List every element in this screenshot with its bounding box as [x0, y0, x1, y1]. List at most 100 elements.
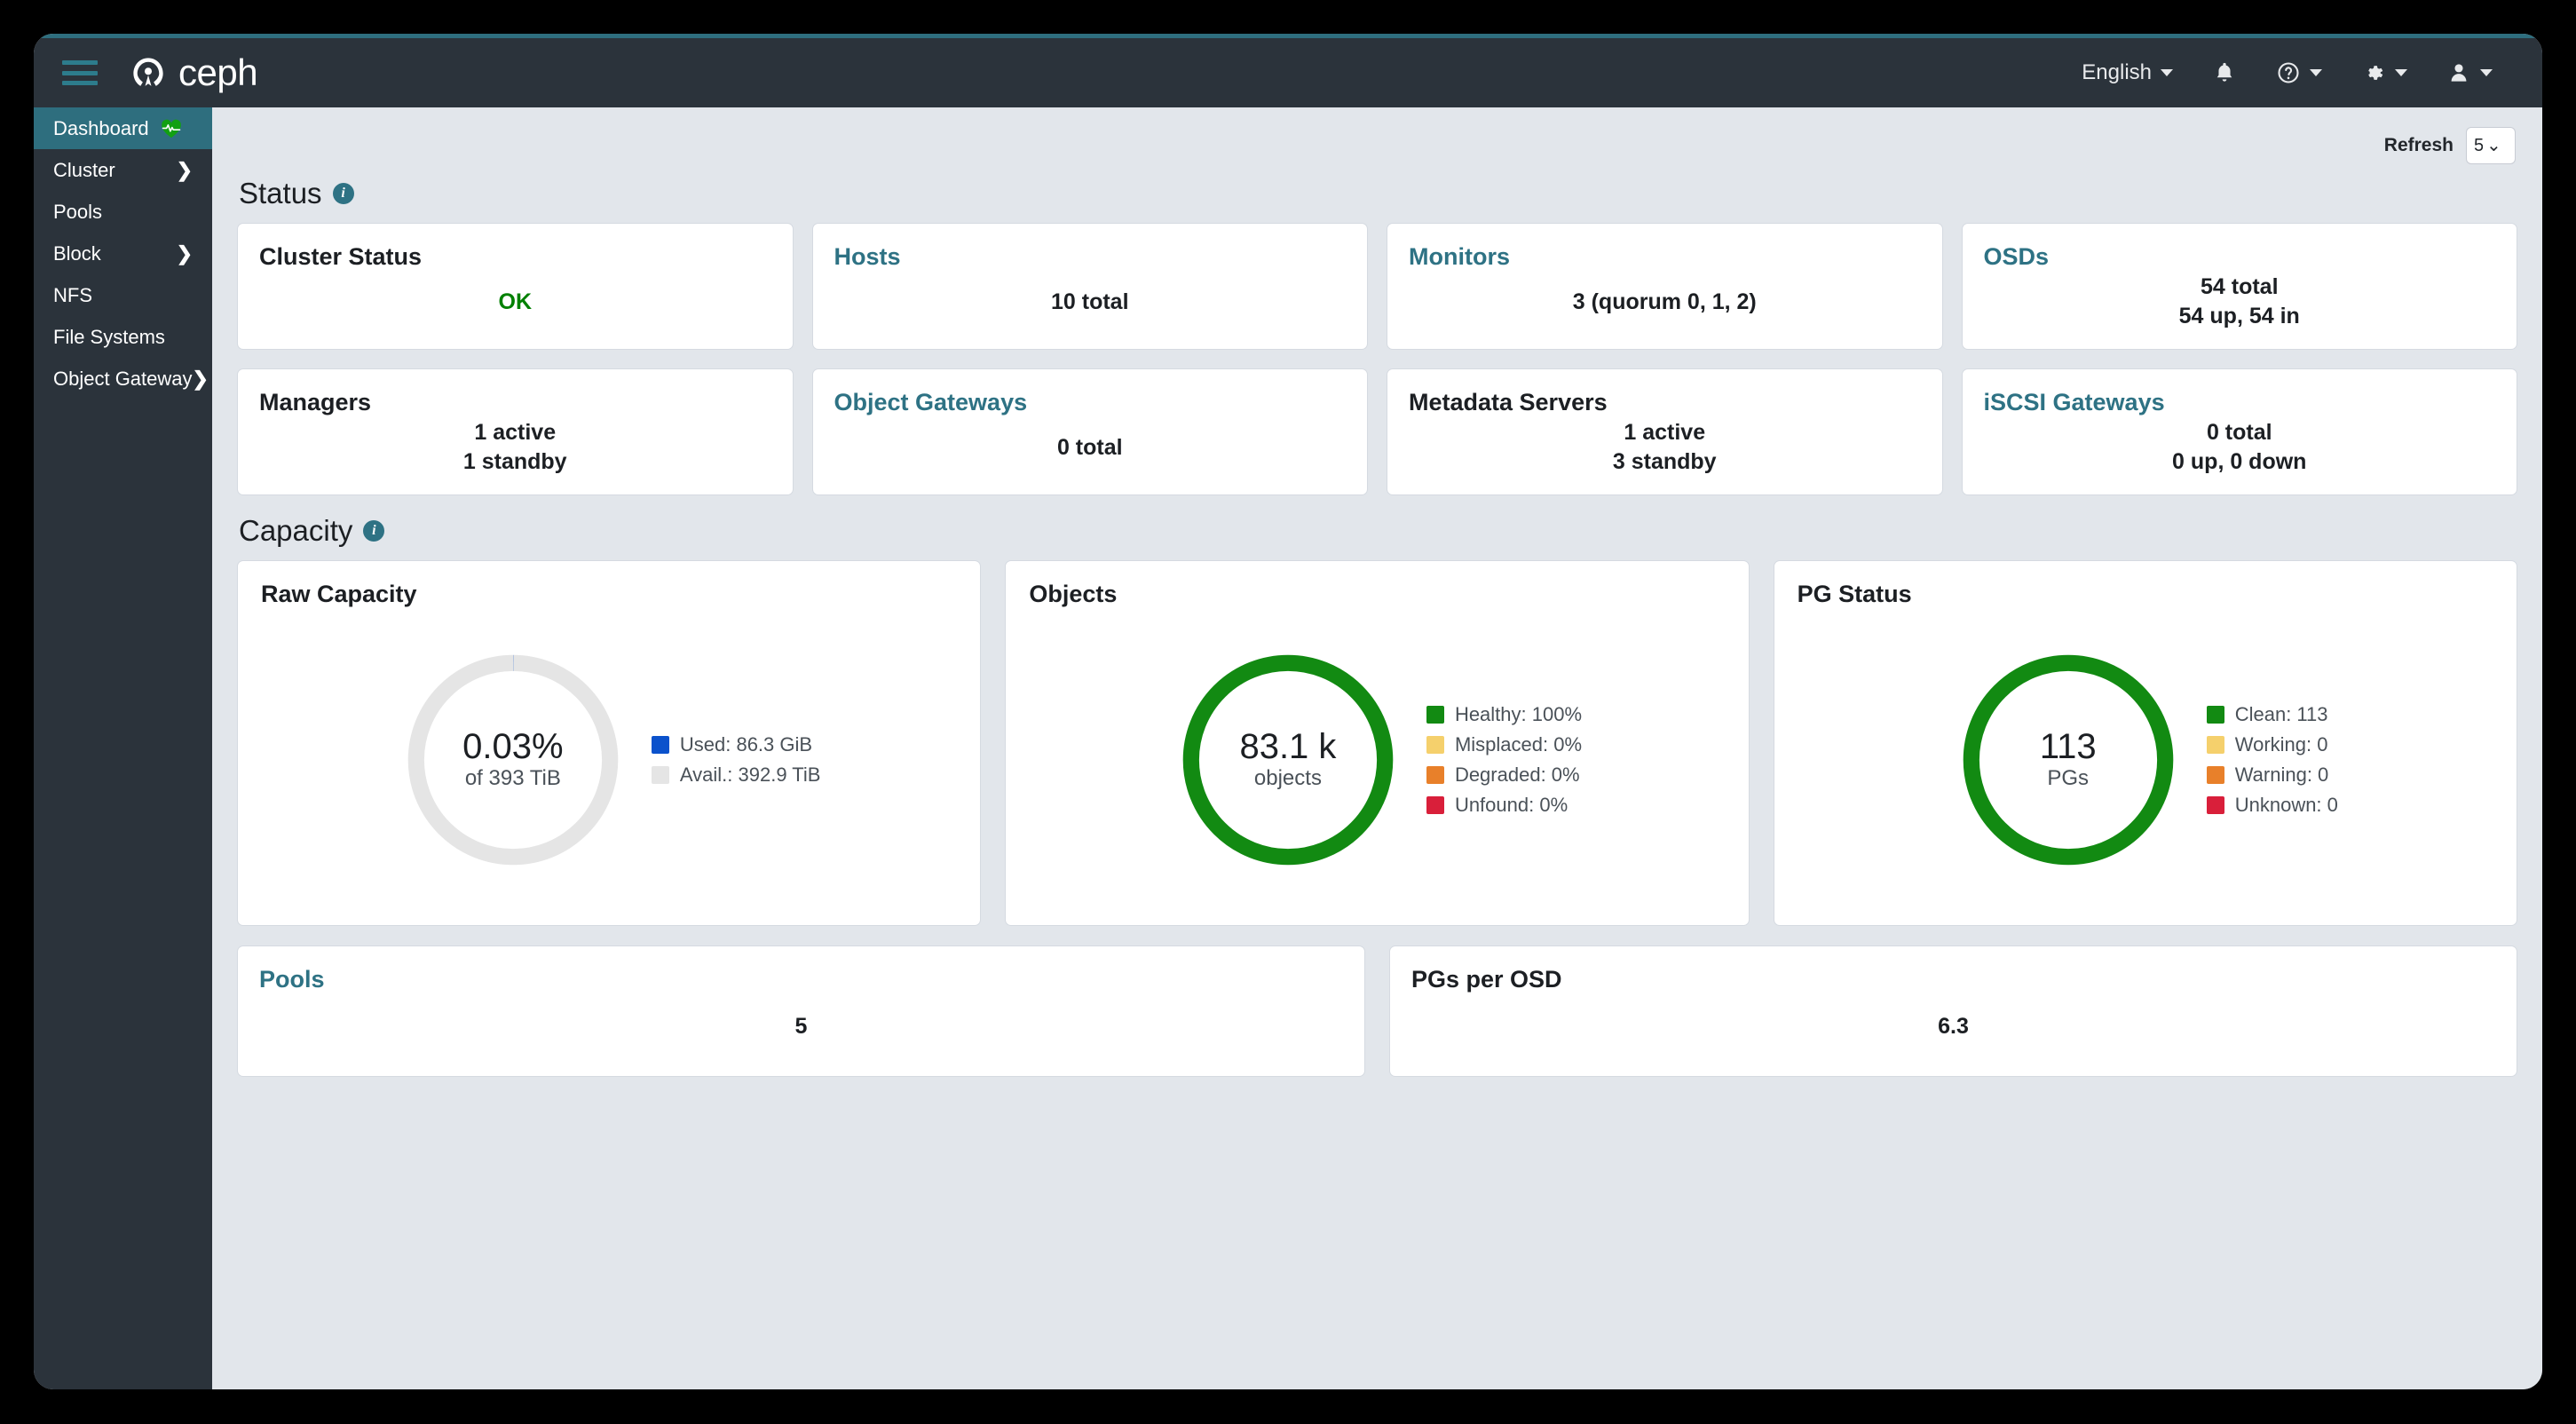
app-window: ceph English Dashboard Cluster ❯ Pools B… [34, 34, 2542, 1389]
cluster-status-card: Cluster Status OK [237, 223, 794, 350]
card-value: 5 [794, 1014, 808, 1039]
refresh-interval-select[interactable]: 5 ⌄ [2466, 127, 2516, 164]
chevron-down-icon [2395, 69, 2407, 76]
legend-label: Misplaced: 0% [1454, 732, 1583, 756]
language-selector[interactable]: English [2062, 51, 2193, 94]
sidebar-item-dashboard[interactable]: Dashboard [34, 107, 212, 149]
card-value: 1 active [1624, 420, 1706, 445]
pgs-per-osd-card: PGs per OSD 6.3 [1389, 945, 2517, 1077]
legend-item: Avail.: 392.9 TiB [651, 763, 820, 787]
card-title[interactable]: iSCSI Gateways [1984, 389, 2496, 416]
card-body: 5 [259, 997, 1343, 1056]
card-value: 6.3 [1938, 1014, 1969, 1039]
legend-item: Clean: 113 [2206, 703, 2338, 726]
card-value: 1 standby [462, 449, 567, 474]
sidebar-item-pools[interactable]: Pools [34, 191, 212, 233]
card-body: 83.1 k objects Healthy: 100% Misplaced: … [1029, 612, 1725, 907]
legend-swatch-unknown [2206, 795, 2224, 814]
legend-swatch-degraded [1426, 765, 1444, 784]
card-value: 1 active [474, 420, 557, 445]
legend-item: Warning: 0 [2206, 763, 2338, 787]
card-title: Raw Capacity [261, 581, 417, 607]
raw-capacity-card: Raw Capacity 0.03% of 393 TiB Used: 86.3… [237, 560, 982, 926]
card-title: Cluster Status [259, 243, 423, 270]
card-value: 54 up, 54 in [2178, 304, 2300, 328]
sidebar-item-cluster[interactable]: Cluster ❯ [34, 149, 212, 191]
header-actions: English [2062, 51, 2512, 94]
sidebar-item-label: File Systems [53, 325, 165, 348]
help-menu[interactable] [2256, 51, 2342, 94]
card-value: 3 standby [1612, 449, 1717, 474]
info-icon[interactable]: i [332, 183, 354, 204]
raw-capacity-legend: Used: 86.3 GiB Avail.: 392.9 TiB [651, 733, 820, 787]
user-icon [2451, 64, 2467, 82]
card-value: 0 up, 0 down [2172, 449, 2307, 474]
card-title[interactable]: Monitors [1409, 243, 1921, 271]
pg-status-legend: Clean: 113 Working: 0 Warning: 0 Unknown… [2206, 703, 2338, 817]
legend-swatch-warning [2206, 765, 2224, 784]
main-content: Refresh 5 ⌄ Status i Cluster Status OK [212, 107, 2542, 1389]
capacity-title-text: Capacity [239, 514, 353, 547]
sidebar-item-object-gateway[interactable]: Object Gateway ❯ [34, 358, 212, 400]
card-body: 54 total 54 up, 54 in [1984, 274, 2496, 329]
legend-label: Unfound: 0% [1454, 793, 1569, 816]
refresh-control: Refresh 5 ⌄ [237, 107, 2517, 171]
help-icon [2278, 62, 2299, 83]
card-value: 0 total [2206, 420, 2272, 445]
chevron-right-icon: ❯ [176, 158, 193, 181]
card-title[interactable]: Pools [259, 966, 1343, 993]
sidebar-item-nfs[interactable]: NFS [34, 274, 212, 316]
info-icon[interactable]: i [363, 520, 385, 542]
legend-item: Unfound: 0% [1426, 794, 1582, 817]
pg-status-card: PG Status 113 PGs Clean: 113 Working: 0 … [1773, 560, 2517, 926]
managers-card: Managers 1 active 1 standby [237, 368, 794, 495]
chevron-down-icon [2480, 69, 2493, 76]
settings-menu[interactable] [2342, 51, 2427, 94]
chevron-right-icon: ❯ [192, 367, 209, 390]
card-title[interactable]: Object Gateways [834, 389, 1347, 416]
user-menu[interactable] [2427, 51, 2512, 94]
card-title: Metadata Servers [1409, 389, 1608, 415]
sidebar-item-label: Object Gateway [53, 367, 193, 390]
legend-label: Degraded: 0% [1454, 763, 1580, 786]
ceph-logo-icon [133, 58, 163, 86]
sidebar-item-block[interactable]: Block ❯ [34, 233, 212, 274]
card-body: 0 total [834, 420, 1347, 475]
legend-item: Unknown: 0 [2206, 793, 2338, 817]
legend-label: Unknown: 0 [2234, 793, 2338, 816]
card-body: 1 active 1 standby [259, 420, 771, 475]
capacity-section-title: Capacity i [239, 514, 2517, 548]
card-title: PGs per OSD [1411, 966, 1562, 993]
legend-swatch-healthy [1426, 705, 1444, 724]
status-title-text: Status [239, 177, 322, 210]
sidebar-item-label: Block [53, 241, 101, 265]
card-body: OK [259, 274, 771, 329]
iscsi-gateways-card: iSCSI Gateways 0 total 0 up, 0 down [1961, 368, 2517, 495]
object-gateways-card: Object Gateways 0 total [811, 368, 1368, 495]
legend-swatch-working [2206, 735, 2224, 754]
refresh-interval-value: 5 [2474, 136, 2483, 156]
legend-item: Healthy: 100% [1426, 703, 1582, 726]
card-body: 0.03% of 393 TiB Used: 86.3 GiB Avail.: … [261, 612, 957, 907]
ceph-brand-logo[interactable]: ceph [130, 51, 258, 94]
card-title: Managers [259, 389, 372, 415]
app-body: Dashboard Cluster ❯ Pools Block ❯ NFS Fi… [34, 107, 2542, 1389]
card-value: OK [498, 289, 533, 314]
card-body: 1 active 3 standby [1409, 420, 1921, 475]
app-header: ceph English [34, 38, 2542, 107]
legend-item: Misplaced: 0% [1426, 733, 1582, 756]
card-title[interactable]: Hosts [834, 243, 1347, 271]
sidebar-item-file-systems[interactable]: File Systems [34, 316, 212, 358]
legend-swatch-used [651, 735, 669, 754]
legend-swatch-clean [2206, 705, 2224, 724]
hosts-card: Hosts 10 total [811, 223, 1368, 350]
osds-card: OSDs 54 total 54 up, 54 in [1961, 223, 2517, 350]
language-label: English [2082, 60, 2152, 84]
legend-label: Warning: 0 [2234, 763, 2329, 786]
status-cards-row-1: Cluster Status OK Hosts 10 total Monitor… [237, 223, 2517, 350]
notifications-button[interactable] [2193, 51, 2256, 94]
chevron-down-icon [2161, 69, 2173, 76]
raw-capacity-donut-chart: 0.03% of 393 TiB [398, 645, 628, 875]
card-title[interactable]: OSDs [1984, 243, 2496, 271]
hamburger-menu-icon[interactable] [60, 57, 99, 89]
